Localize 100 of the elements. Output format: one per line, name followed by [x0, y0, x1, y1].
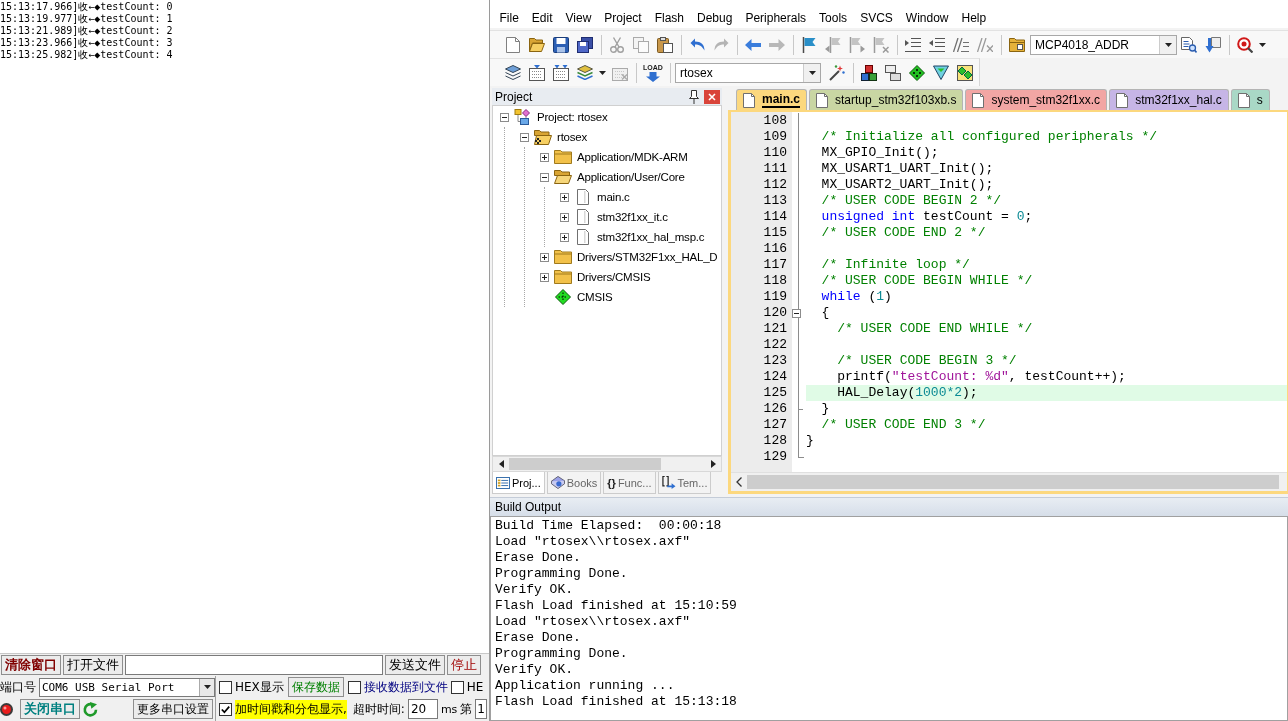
- plus-box-icon[interactable]: [560, 192, 569, 202]
- stacked-windows-icon[interactable]: [885, 64, 901, 81]
- menu-item[interactable]: Peripherals: [738, 11, 813, 25]
- panel-tab[interactable]: Books: [546, 472, 602, 494]
- more-settings-button[interactable]: 更多串口设置: [133, 699, 213, 719]
- refresh-icon[interactable]: [83, 701, 98, 717]
- minus-box-icon[interactable]: [540, 172, 549, 182]
- build-icon[interactable]: [529, 64, 545, 81]
- diamonds-icon[interactable]: [957, 64, 973, 81]
- menu-item[interactable]: Debug: [690, 11, 739, 25]
- editor-tab[interactable]: stm32f1xx_hal.c: [1109, 89, 1229, 110]
- comment-lines-icon[interactable]: [953, 37, 969, 52]
- save-data-button[interactable]: 保存数据: [287, 677, 344, 697]
- menu-item[interactable]: Window: [899, 11, 955, 25]
- indent-icon[interactable]: [905, 37, 921, 52]
- stacked-sheets-icon[interactable]: [505, 65, 521, 80]
- plus-box-icon[interactable]: [560, 212, 569, 222]
- clear-window-button[interactable]: 清除窗口: [1, 655, 61, 675]
- editor-tab[interactable]: s: [1230, 89, 1270, 110]
- tree-item[interactable]: Application/MDK-ARM: [577, 151, 688, 163]
- menu-item[interactable]: File: [493, 11, 526, 25]
- target-select[interactable]: rtosex: [675, 62, 821, 83]
- send-file-button[interactable]: 发送文件: [385, 655, 445, 675]
- search-combo[interactable]: MCP4018_ADDR: [1030, 34, 1177, 55]
- blocks-icon[interactable]: [861, 64, 877, 81]
- index-field[interactable]: 1: [475, 699, 488, 719]
- save-all-icon[interactable]: [577, 36, 593, 53]
- menu-item[interactable]: View: [559, 11, 598, 25]
- tree-item[interactable]: stm32f1xx_hal_msp.c: [597, 231, 705, 243]
- open-folder-icon[interactable]: [529, 37, 545, 52]
- checkbox[interactable]: [219, 702, 232, 716]
- flag-right-arrow-icon[interactable]: [849, 36, 865, 53]
- checkbox[interactable]: [347, 680, 361, 694]
- paste-icon[interactable]: [657, 36, 673, 53]
- tree-item[interactable]: Drivers/CMSIS: [577, 271, 651, 283]
- minus-box-icon[interactable]: [792, 308, 801, 318]
- tree-item[interactable]: Drivers/STM32F1xx_HAL_D: [577, 251, 718, 263]
- outdent-icon[interactable]: [929, 37, 945, 52]
- file-path-field[interactable]: [125, 655, 383, 675]
- close-icon[interactable]: [704, 89, 720, 104]
- tree-item[interactable]: rtosex: [557, 131, 588, 143]
- port-toggle-button[interactable]: 关闭串口: [20, 699, 80, 719]
- port-select[interactable]: COM6 USB Serial Port: [39, 677, 215, 697]
- plus-box-icon[interactable]: [540, 252, 549, 262]
- scrollbar-thumb[interactable]: [509, 458, 661, 470]
- timeout-field[interactable]: 20: [407, 699, 438, 719]
- menu-item[interactable]: Project: [597, 11, 649, 25]
- funnel-icon[interactable]: [933, 65, 949, 80]
- flag-cross-icon[interactable]: [873, 36, 889, 53]
- magic-wand-icon[interactable]: [829, 64, 845, 81]
- undo-icon[interactable]: [689, 38, 705, 51]
- tree-item[interactable]: Project: rtosex: [537, 111, 608, 123]
- menu-item[interactable]: Edit: [525, 11, 560, 25]
- editor-tab[interactable]: main.c: [736, 89, 807, 110]
- page-arrow-icon[interactable]: [1205, 36, 1221, 53]
- tree-item[interactable]: Application/User/Core: [577, 171, 685, 183]
- panel-tab[interactable]: {} Func...: [603, 472, 656, 494]
- tree-item[interactable]: stm32f1xx_it.c: [597, 211, 668, 223]
- tree-item[interactable]: main.c: [597, 191, 630, 203]
- code-line: /* USER CODE BEGIN WHILE */: [821, 273, 1033, 289]
- caret-icon[interactable]: [599, 70, 606, 75]
- minus-box-icon[interactable]: [520, 132, 529, 142]
- checkbox[interactable]: [450, 680, 464, 694]
- panel-tab[interactable]: Proj...: [492, 472, 545, 494]
- save-icon[interactable]: [553, 36, 569, 53]
- menu-item[interactable]: Help: [955, 11, 993, 25]
- folder-page-icon[interactable]: [1009, 37, 1025, 52]
- right-arrow-icon[interactable]: [710, 460, 716, 468]
- editor-tab[interactable]: startup_stm32f103xb.s: [809, 89, 964, 110]
- menu-item[interactable]: SVCS: [853, 11, 900, 25]
- left-arrow-icon[interactable]: [498, 460, 504, 468]
- layers-icon[interactable]: [577, 65, 593, 80]
- magnifier-icon[interactable]: [1237, 36, 1253, 53]
- flag-left-arrow-icon[interactable]: [825, 36, 841, 53]
- checkbox[interactable]: [219, 680, 232, 694]
- diamond-icon[interactable]: [909, 64, 925, 81]
- chevron-left-icon[interactable]: [736, 477, 742, 487]
- editor-tab[interactable]: system_stm32f1xx.c: [965, 89, 1108, 110]
- page-magnifier-icon[interactable]: [1181, 36, 1197, 53]
- uncomment-icon[interactable]: [977, 37, 993, 52]
- panel-tab[interactable]: Tem...: [657, 472, 712, 494]
- rebuild-icon[interactable]: [553, 64, 569, 81]
- stop-button[interactable]: 停止: [447, 655, 481, 675]
- line-number: 120: [763, 305, 787, 321]
- plus-box-icon[interactable]: [540, 272, 549, 282]
- tree-item[interactable]: CMSIS: [577, 291, 613, 303]
- caret-icon[interactable]: [1259, 42, 1266, 47]
- horizontal-scrollbar[interactable]: [492, 456, 722, 472]
- file-icon: [816, 92, 828, 108]
- menu-item[interactable]: Tools: [812, 11, 854, 25]
- flag-icon[interactable]: [802, 36, 816, 53]
- plus-box-icon[interactable]: [540, 152, 549, 162]
- pin-icon[interactable]: [689, 89, 699, 104]
- minus-box-icon[interactable]: [500, 112, 509, 122]
- horizontal-scrollbar[interactable]: [731, 472, 1287, 491]
- scrollbar-thumb[interactable]: [747, 475, 1279, 489]
- menu-item[interactable]: Flash: [648, 11, 691, 25]
- open-file-button[interactable]: 打开文件: [63, 655, 123, 675]
- plus-box-icon[interactable]: [560, 232, 569, 242]
- new-file-icon[interactable]: [506, 36, 520, 53]
